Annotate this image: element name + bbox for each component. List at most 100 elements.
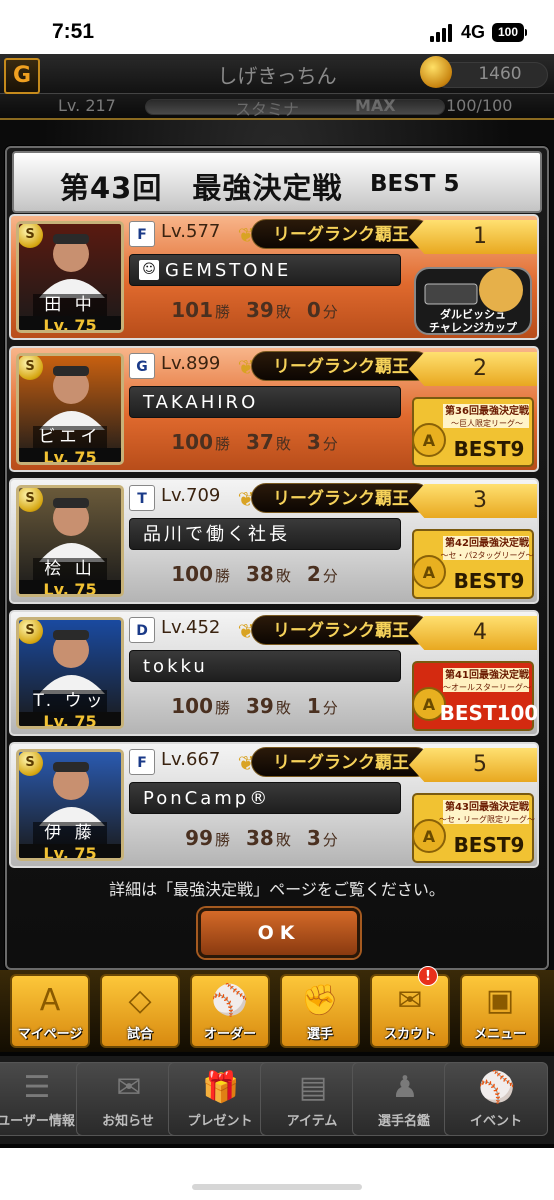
svg-text:A: A [423, 827, 436, 846]
rank-title: リーグランク覇王 [251, 351, 431, 381]
nav-button-secondary[interactable]: ⚾ イベント [444, 1062, 548, 1136]
entry-user-name: GEMSTONE [165, 260, 292, 281]
draws-unit: 分 [322, 831, 338, 849]
home-indicator[interactable] [192, 1184, 362, 1190]
losses-unit: 敗 [275, 435, 291, 453]
nav-label: お知らせ [102, 1114, 154, 1129]
entry-level: Lv.577 [161, 221, 221, 242]
battery-icon: 100 [492, 23, 524, 42]
player-card[interactable]: S 伊 藤 Lv. 75 [16, 749, 124, 861]
card-player-name: ビエイラ [33, 426, 107, 462]
draws-unit: 分 [322, 567, 338, 585]
medal-trophy-icon: A 第43回最強決定戦 〜セ・リーグ限定リーグ〜 BEST9 [412, 793, 535, 863]
wins-unit: 勝 [215, 567, 231, 585]
wins-unit: 勝 [215, 699, 231, 717]
trophy-line: BEST9 [454, 833, 525, 857]
medal-trophy-icon: A 第42回最強決定戦 〜セ・パ2タッグリーグ〜 BEST9 [412, 529, 534, 599]
signal-icon [430, 24, 456, 42]
wins: 100 [171, 694, 213, 718]
rank-number: 2 [409, 352, 537, 386]
status-bar: 7:51 4G 100 [0, 0, 554, 54]
svg-text:A: A [423, 563, 436, 582]
team-icon: T [129, 485, 155, 511]
player-card[interactable]: S 田 中 Lv. 75 [16, 221, 124, 333]
nav-button[interactable]: ▣ メニュー [460, 974, 540, 1048]
nav-button-secondary[interactable]: ♟ 選手名鑑 [352, 1062, 456, 1136]
player-card[interactable]: S 桧 山 Lv. 75 [16, 485, 124, 597]
nav-icon: ♟ [391, 1070, 419, 1105]
nav-button-secondary[interactable]: ✉ お知らせ [76, 1062, 180, 1136]
nav-button[interactable]: ◇ 試合 [100, 974, 180, 1048]
wins: 101 [171, 298, 213, 322]
team-icon: F [129, 221, 155, 247]
rank-number: 1 [409, 220, 537, 254]
trophy-line: BEST9 [454, 437, 525, 461]
ranking-entry[interactable]: S ビエイラ Lv. 75 G Lv.899 ❦ リーグランク覇王 ❦ 2 TA… [9, 346, 539, 472]
wins-unit: 勝 [215, 435, 231, 453]
ranking-entry[interactable]: S 田 中 Lv. 75 F Lv.577 ❦ リーグランク覇王 ❦ 1 ☺ G… [9, 214, 539, 340]
ok-button[interactable]: OK [198, 908, 360, 958]
nav-icon: 🎁 [202, 1070, 240, 1105]
nav-button-secondary[interactable]: ☰ ユーザー情報 [0, 1062, 88, 1136]
draws: 1 [306, 694, 321, 718]
ranking-entry[interactable]: S 桧 山 Lv. 75 T Lv.709 ❦ リーグランク覇王 ❦ 3 品川で… [9, 478, 539, 604]
team-icon: G [129, 353, 155, 379]
nav-label: イベント [469, 1114, 522, 1129]
nav-label: 選手 [306, 1027, 333, 1042]
win-loss-record: 100 勝 37 敗 3 分 [171, 430, 354, 454]
nav-label: メニュー [473, 1027, 526, 1042]
nav-button[interactable]: A マイページ [10, 974, 90, 1048]
win-loss-record: 99 勝 38 敗 3 分 [171, 826, 354, 850]
trophy-line: 第43回最強決定戦 [445, 800, 530, 813]
nav-icon: ✉ [116, 1070, 142, 1105]
player-card[interactable]: S T. ウッズ Lv. 75 [16, 617, 124, 729]
medal-trophy-icon: A 第41回最強決定戦 〜オールスターリーグ〜 BEST100 [412, 661, 537, 731]
trophy-line: 第42回最強決定戦 [445, 536, 530, 549]
draws: 3 [306, 826, 321, 850]
s-rank-badge: S [19, 356, 43, 380]
trophy-line: 〜巨人限定リーグ〜 [451, 418, 523, 428]
losses: 37 [246, 430, 274, 454]
losses: 39 [246, 694, 274, 718]
svg-text:A: A [423, 431, 436, 450]
nav-icon: ⚾ [478, 1070, 516, 1105]
footnote-text: 詳細は「最強決定戦」ページをご覧ください。 [109, 880, 445, 899]
rank-title: リーグランク覇王 [251, 219, 431, 249]
nav-button-secondary[interactable]: ▤ アイテム [260, 1062, 364, 1136]
trophy-line: 〜セ・リーグ限定リーグ〜 [439, 814, 535, 824]
rank-title: リーグランク覇王 [251, 747, 431, 777]
win-loss-record: 100 勝 38 敗 2 分 [171, 562, 354, 586]
nav-button[interactable]: ⚾ オーダー [190, 974, 270, 1048]
scout-notification-badge: ! [418, 966, 438, 986]
nav-label: 選手名鑑 [377, 1114, 430, 1129]
nav-button[interactable]: ✊ 選手 [280, 974, 360, 1048]
bottom-safe-area [0, 1148, 554, 1200]
draws-unit: 分 [322, 435, 338, 453]
losses-unit: 敗 [275, 699, 291, 717]
nav-button[interactable]: ✉ スカウト [370, 974, 450, 1048]
s-rank-badge: S [19, 620, 43, 644]
network-type: 4G [461, 22, 486, 42]
trophy-line: チャレンジカップ [429, 320, 518, 334]
s-rank-badge: S [19, 752, 43, 776]
card-player-name: 田 中 [33, 294, 107, 316]
nav-label: 試合 [126, 1027, 153, 1042]
nav-button-secondary[interactable]: 🎁 プレゼント [168, 1062, 272, 1136]
player-card[interactable]: S ビエイラ Lv. 75 [16, 353, 124, 465]
wins-unit: 勝 [215, 831, 231, 849]
medal-trophy-icon: A 第36回最強決定戦 〜巨人限定リーグ〜 BEST9 [412, 397, 534, 467]
trophy-line: BEST100 [440, 701, 537, 725]
draws-unit: 分 [322, 699, 338, 717]
nav-label: スカウト [383, 1027, 436, 1042]
wins: 99 [185, 826, 213, 850]
trophy-line: 第41回最強決定戦 [445, 668, 530, 681]
trophy-line: 〜セ・パ2タッグリーグ〜 [440, 550, 533, 560]
modal-title-suffix: BEST 5 [370, 171, 460, 197]
modal-title: 第43回 最強決定戦 [60, 171, 343, 205]
wins-unit: 勝 [215, 303, 231, 321]
wins: 100 [171, 562, 213, 586]
ranking-entry[interactable]: S 伊 藤 Lv. 75 F Lv.667 ❦ リーグランク覇王 ❦ 5 Pon… [9, 742, 539, 868]
ranking-entry[interactable]: S T. ウッズ Lv. 75 D Lv.452 ❦ リーグランク覇王 ❦ 4 … [9, 610, 539, 736]
team-icon: F [129, 749, 155, 775]
losses: 38 [246, 562, 274, 586]
